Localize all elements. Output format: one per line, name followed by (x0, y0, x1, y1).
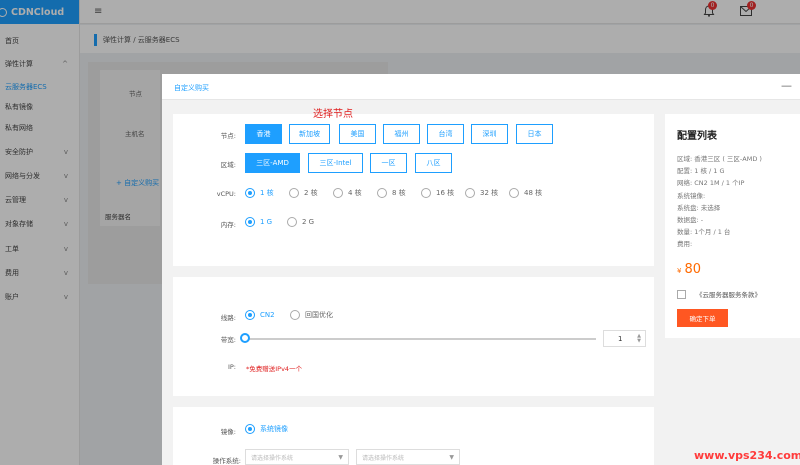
radio-dot-icon (465, 188, 475, 198)
vcpu-option-label: 4 核 (348, 189, 362, 197)
annotation-select-node: 选择节点 (313, 109, 353, 120)
radio-dot-icon (289, 188, 299, 198)
summary-line: 数量: 1个月 / 1 台 (677, 228, 731, 237)
memory-option-label: 2 G (302, 218, 315, 226)
config-summary: 配置列表 区域: 香港三区 ( 三区-AMD ) 配置: 1 核 / 1 G 网络:… (665, 114, 800, 338)
vcpu-option-label: 1 核 (260, 189, 274, 197)
radio-dot-icon (245, 424, 255, 434)
system-image-label: 系统镜像 (260, 425, 288, 433)
price-value: 80 (684, 262, 702, 277)
line-option-label: 回国优化 (305, 311, 333, 319)
vcpu-option[interactable]: 8 核 (377, 188, 406, 198)
bandwidth-stepper[interactable]: 1 ▲ ▼ (603, 330, 646, 347)
region-option[interactable]: 三区-AMD (245, 153, 300, 173)
os-select-1[interactable]: 请选择操作系统 ▼ (245, 449, 349, 465)
memory-option[interactable]: 2 G (287, 217, 314, 227)
terms-checkbox[interactable] (677, 289, 686, 299)
os-select-1-placeholder: 请选择操作系统 (251, 454, 294, 462)
ip-label: IP: (227, 363, 236, 371)
line-option[interactable]: CN2 (245, 310, 275, 320)
memory-option[interactable]: 1 G (245, 217, 272, 227)
vcpu-option-label: 2 核 (304, 189, 318, 197)
os-select-2[interactable]: 请选择操作系统 ▼ (356, 449, 460, 465)
vcpu-option[interactable]: 1 核 (245, 188, 274, 198)
terms-row[interactable]: 《云服务器服务条款》 (677, 289, 761, 299)
summary-line: 费用: (677, 240, 693, 249)
price: ¥80 (677, 262, 701, 277)
chevron-down-icon: ▼ (449, 453, 454, 461)
memory-label: 内存: (220, 221, 236, 229)
radio-dot-icon (245, 310, 255, 320)
line-option[interactable]: 回国优化 (290, 310, 333, 320)
summary-line: 网络: CN2 1M / 1 个IP (677, 179, 745, 188)
node-option[interactable]: 日本 (516, 124, 553, 144)
radio-dot-icon (245, 217, 255, 227)
line-option-label: CN2 (260, 311, 275, 319)
bandwidth-slider-track[interactable] (246, 338, 596, 340)
system-image-radio[interactable]: 系统镜像 (245, 424, 288, 434)
currency-symbol: ¥ (677, 267, 682, 275)
confirm-order-button[interactable]: 确定下单 (677, 309, 728, 327)
radio-dot-icon (509, 188, 519, 198)
vcpu-option[interactable]: 2 核 (289, 188, 318, 198)
radio-dot-icon (333, 188, 343, 198)
image-label: 镜像: (220, 428, 236, 436)
summary-line: 数据盘: - (677, 216, 704, 224)
region-option[interactable]: 八区 (415, 153, 452, 173)
vcpu-label: vCPU: (216, 190, 236, 198)
radio-dot-icon (421, 188, 431, 198)
bandwidth-slider-handle[interactable] (240, 333, 250, 343)
vcpu-option[interactable]: 48 核 (509, 188, 542, 198)
vcpu-option-label: 48 核 (524, 189, 543, 197)
modal-title: 自定义购买 (174, 84, 209, 92)
radio-dot-icon (290, 310, 300, 320)
summary-title: 配置列表 (677, 131, 717, 142)
node-option[interactable]: 香港 (245, 124, 282, 144)
node-option[interactable]: 深圳 (471, 124, 508, 144)
watermark: www.vps234.com (694, 449, 800, 462)
ip-note: *免费赠送IPv4一个 (246, 365, 303, 373)
stepper-arrows-icon[interactable]: ▲ ▼ (637, 333, 641, 344)
memory-option-label: 1 G (260, 218, 273, 226)
os-label: 操作系统: (212, 457, 241, 465)
node-option[interactable]: 台湾 (427, 124, 464, 144)
summary-line: 配置: 1 核 / 1 G (677, 167, 725, 176)
region-label: 区域: (220, 161, 236, 169)
minimize-icon[interactable]: — (781, 79, 792, 92)
summary-line: 区域: 香港三区 ( 三区-AMD ) (677, 155, 762, 163)
vcpu-option[interactable]: 16 核 (421, 188, 454, 198)
node-label: 节点: (220, 132, 236, 140)
bandwidth-label: 带宽: (220, 336, 236, 344)
radio-dot-icon (287, 217, 297, 227)
radio-dot-icon (245, 188, 255, 198)
vcpu-option[interactable]: 4 核 (333, 188, 362, 198)
chevron-down-icon: ▼ (338, 453, 343, 461)
vcpu-option-label: 8 核 (392, 189, 406, 197)
node-option[interactable]: 福州 (383, 124, 420, 144)
region-option[interactable]: 一区 (370, 153, 407, 173)
line-label: 线路: (220, 314, 236, 322)
vcpu-option-label: 32 核 (480, 189, 499, 197)
modal-header: 自定义购买 — (162, 74, 800, 100)
terms-link[interactable]: 《云服务器服务条款》 (696, 289, 761, 299)
node-option[interactable]: 新加坡 (289, 124, 330, 144)
region-option[interactable]: 三区-Intel (308, 153, 363, 173)
vcpu-option[interactable]: 32 核 (465, 188, 498, 198)
summary-line: 系统镜像: (677, 191, 706, 200)
summary-line: 系统盘: 未选择 (677, 203, 721, 212)
radio-dot-icon (377, 188, 387, 198)
os-select-2-placeholder: 请选择操作系统 (362, 454, 405, 462)
bandwidth-value: 1 (618, 334, 623, 343)
vcpu-option-label: 16 核 (436, 189, 455, 197)
node-option[interactable]: 美国 (339, 124, 376, 144)
